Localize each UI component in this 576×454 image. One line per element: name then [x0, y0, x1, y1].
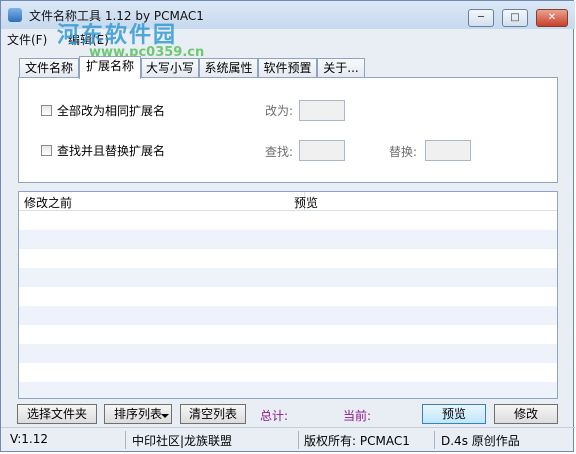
replace-input[interactable] — [425, 140, 471, 161]
tab-system-attributes[interactable]: 系统属性 — [199, 58, 258, 78]
tab-about[interactable]: 关于... — [317, 58, 365, 78]
list-row-stripe — [19, 382, 557, 398]
list-row-stripe — [19, 268, 557, 287]
same-extension-label: 全部改为相同扩展名 — [57, 104, 166, 118]
change-to-input[interactable] — [299, 100, 345, 121]
find-input[interactable] — [299, 140, 345, 161]
same-extension-checkbox[interactable] — [41, 105, 52, 116]
find-label: 查找: — [265, 145, 294, 159]
extension-tab-panel: 全部改为相同扩展名 改为: 查找并且替换扩展名 查找: 替换: — [18, 77, 558, 183]
minimize-button[interactable]: ─ — [468, 9, 494, 27]
app-icon — [8, 8, 22, 22]
find-replace-label: 查找并且替换扩展名 — [57, 144, 166, 158]
status-bar: V:1.12 中印社区|龙族联盟 版权所有: PCMAC1 D.4s 原创作品 — [1, 427, 575, 454]
tab-file-name[interactable]: 文件名称 — [19, 58, 79, 78]
status-credit: D.4s 原创作品 — [441, 434, 520, 448]
list-row-stripe — [19, 306, 557, 325]
tab-case[interactable]: 大写小写 — [141, 58, 199, 78]
total-count-label: 总计: — [260, 409, 289, 423]
app-window: 文件名称工具 1.12 by PCMAC1 ─ □ ✕ 文件(F) 编辑(E) … — [0, 0, 575, 454]
modify-button[interactable]: 修改 — [494, 404, 558, 424]
list-row-stripe — [19, 344, 557, 363]
status-divider — [125, 431, 126, 449]
sort-list-button[interactable]: 排序列表 — [104, 404, 172, 424]
list-header: 修改之前 预览 — [19, 192, 557, 211]
status-divider — [434, 431, 435, 449]
status-version: V:1.12 — [10, 432, 48, 446]
sort-list-label: 排序列表 — [113, 407, 162, 421]
status-copyright: 版权所有: PCMAC1 — [304, 434, 410, 448]
maximize-button[interactable]: □ — [502, 9, 528, 27]
menu-file[interactable]: 文件(F) — [7, 31, 47, 48]
list-row-stripe — [19, 230, 557, 249]
column-preview[interactable]: 预览 — [294, 194, 318, 211]
replace-label: 替换: — [389, 145, 418, 159]
change-to-label: 改为: — [265, 104, 294, 118]
status-divider — [298, 431, 299, 449]
find-replace-checkbox[interactable] — [41, 145, 52, 156]
status-community: 中印社区|龙族联盟 — [132, 434, 233, 448]
dropdown-arrow-icon — [161, 414, 169, 418]
tab-software-presets[interactable]: 软件预置 — [258, 58, 317, 78]
clear-list-button[interactable]: 清空列表 — [180, 404, 246, 424]
tab-extension-name[interactable]: 扩展名称 — [79, 56, 141, 79]
file-list[interactable]: 修改之前 预览 — [18, 191, 558, 399]
preview-button[interactable]: 预览 — [422, 404, 486, 424]
select-folder-button[interactable]: 选择文件夹 — [17, 404, 97, 424]
current-count-label: 当前: — [343, 409, 372, 423]
column-before-change[interactable]: 修改之前 — [24, 194, 72, 211]
close-button[interactable]: ✕ — [536, 9, 568, 27]
